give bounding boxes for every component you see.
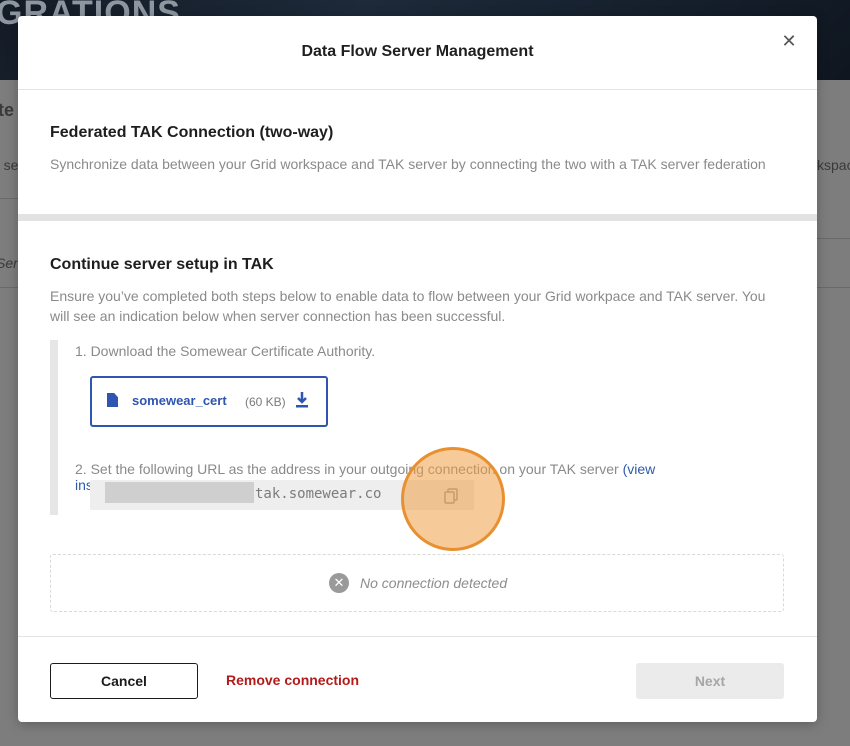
cert-download-button[interactable]: somewear_cert (60 KB) bbox=[90, 376, 328, 427]
modal-title: Data Flow Server Management bbox=[301, 43, 534, 60]
cert-file-size: (60 KB) bbox=[245, 395, 286, 409]
background-fragment: Ser bbox=[0, 255, 18, 271]
cancel-button[interactable]: Cancel bbox=[50, 663, 198, 699]
x-circle-icon: ✕ bbox=[329, 573, 349, 593]
tak-url-value: tak.somewear.co bbox=[255, 486, 382, 502]
section-title: Continue server setup in TAK bbox=[50, 256, 274, 273]
section-divider bbox=[18, 214, 817, 221]
cert-file-name: somewear_cert bbox=[132, 393, 227, 408]
background-fragment: te bbox=[0, 100, 15, 120]
setup-steps: 1. Download the Somewear Certificate Aut… bbox=[50, 340, 738, 515]
modal-footer: Cancel Remove connection Next bbox=[18, 636, 817, 723]
close-icon[interactable]: ✕ bbox=[779, 31, 799, 51]
file-icon bbox=[107, 393, 118, 407]
modal-header: Data Flow Server Management ✕ bbox=[18, 16, 817, 90]
federated-connection-section: Federated TAK Connection (two-way) Synch… bbox=[50, 124, 785, 174]
background-fragment: kspac bbox=[817, 157, 850, 173]
download-icon[interactable] bbox=[295, 390, 309, 410]
background-divider bbox=[0, 287, 18, 288]
background-divider bbox=[817, 287, 850, 288]
url-redacted-block bbox=[105, 482, 254, 503]
section-description: Ensure you’ve completed both steps below… bbox=[50, 288, 766, 324]
section-title: Federated TAK Connection (two-way) bbox=[50, 124, 334, 141]
server-setup-section: Continue server setup in TAK Ensure you’… bbox=[50, 256, 785, 326]
background-divider bbox=[0, 198, 18, 199]
step-1-text: 1. Download the Somewear Certificate Aut… bbox=[75, 343, 376, 359]
background-divider bbox=[817, 238, 850, 239]
click-highlight-indicator bbox=[401, 447, 505, 551]
background-fragment: n se bbox=[0, 157, 19, 173]
connection-status-text: No connection detected bbox=[360, 575, 508, 591]
remove-connection-button[interactable]: Remove connection bbox=[226, 672, 359, 688]
step-2-instruction: 2. Set the following URL as the address … bbox=[75, 461, 623, 477]
server-management-modal: Data Flow Server Management ✕ Federated … bbox=[18, 16, 817, 722]
connection-status-box: ✕ No connection detected bbox=[50, 554, 784, 612]
section-subtitle: Synchronize data between your Grid works… bbox=[50, 156, 766, 172]
next-button[interactable]: Next bbox=[636, 663, 784, 699]
